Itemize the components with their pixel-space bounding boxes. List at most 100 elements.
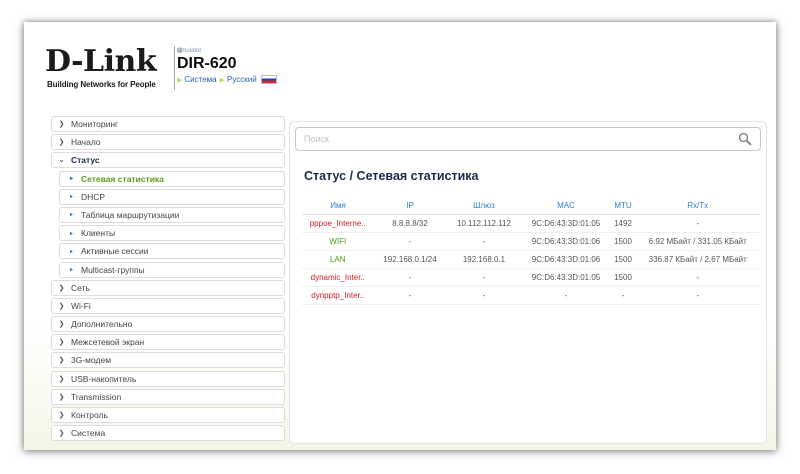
search-icon[interactable] [738,132,752,146]
header: D-Link ® Building Networks for People em… [24,22,776,100]
table-row[interactable]: dynpptp_Inter.. - - - - - [302,286,760,305]
bullet-arrow-icon: ▸ [69,248,73,255]
cell-mac: 9C:D6:43:3D:01:06 [522,232,611,251]
sidebar-item-label: Система [71,428,106,439]
cell-mac: 9C:D6:43:3D:01:05 [522,268,611,287]
sidebar-item-control[interactable]: ❯ Контроль [51,407,285,423]
cell-mtu: 1500 [610,250,637,269]
bullet-arrow-icon: ▸ [69,267,73,273]
breadcrumb-system-link[interactable]: Система [184,75,216,84]
cell-mac: 9C:D6:43:3D:01:06 [522,250,611,269]
sidebar-item-status[interactable]: ⌄ Статус [51,152,285,169]
russian-flag-icon[interactable] [260,75,277,84]
model-name: DIR-620 [177,55,237,72]
sidebar-item-3g-modem[interactable]: ❯ 3G-модем [51,352,285,369]
chevron-right-icon: ❯ [58,412,65,419]
sidebar-subitem-network-stats[interactable]: ▸ Сетевая статистика [59,170,285,187]
cell-interface-name[interactable]: WIFI [302,232,375,251]
sidebar-item-advanced[interactable]: ❯ Дополнительно [51,316,285,333]
sidebar-item-label: DHCP [81,191,106,202]
cell-mac: - [522,286,611,305]
table-row[interactable]: LAN 192.168.0.1/24 192.168.0.1 9C:D6:43:… [302,250,760,269]
sidebar-item-wifi[interactable]: ❯ Wi-Fi [51,297,285,314]
sidebar-subitem-active-sessions[interactable]: ▸ Активные сессии [59,243,285,260]
column-header-ip[interactable]: IP [374,197,446,215]
cell-mtu: - [610,286,637,305]
cell-ip: - [374,286,447,305]
bullet-arrow-icon: ▸ [69,212,73,219]
sidebar-item-network[interactable]: ❯ Сеть [51,279,285,296]
chevron-right-icon: ❯ [58,430,65,438]
sidebar-subitem-clients[interactable]: ▸ Клиенты [59,225,285,242]
dlink-logo[interactable]: D-Link ® Building Networks for People [45,46,185,90]
sidebar-item-monitoring[interactable]: ❯ Мониторинг [51,116,285,132]
sidebar-item-label: Межсетевой экран [71,337,145,348]
cell-gateway: - [446,268,523,287]
network-stats-table: Имя IP Шлюз MAC MTU Rx/Tx pppoe_Interne.… [302,197,760,305]
sidebar-subitem-multicast[interactable]: ▸ Multicast-группы [59,261,285,278]
sidebar-item-start[interactable]: ❯ Начало [51,134,285,151]
sidebar-item-label: USB-накопитель [71,373,137,384]
sidebar-item-system[interactable]: ❯ Система [51,425,285,442]
sidebar-item-label: Дополнительно [71,319,133,330]
sidebar-item-label: Контроль [71,410,108,420]
breadcrumb-arrow-icon: ▶ [177,76,183,84]
column-header-mac[interactable]: MAC [522,197,610,215]
cell-mtu: 1500 [610,232,637,251]
cell-mtu: 1492 [610,214,637,233]
sidebar-subitem-routing-table[interactable]: ▸ Таблица маршрутизации [59,206,285,223]
cell-ip: - [374,232,447,251]
cell-interface-name[interactable]: dynamic_Inter.. [302,268,375,287]
cell-gateway: 192.168.0.1 [446,250,523,269]
router-web-ui: D-Link ® Building Networks for People em… [24,22,776,450]
page-title: Статус / Сетевая статистика [304,169,479,183]
column-header-gateway[interactable]: Шлюз [446,197,522,215]
breadcrumb-arrow-icon: ▶ [219,76,225,84]
sidebar-item-label: Transmission [71,391,122,402]
table-header-row: Имя IP Шлюз MAC MTU Rx/Tx [302,197,760,215]
cell-ip: - [374,268,447,287]
cell-ip: 8.8.8.8/32 [374,214,447,233]
chevron-right-icon: ❯ [58,357,65,365]
chevron-down-icon: ⌄ [58,157,65,165]
sidebar-item-firewall[interactable]: ❯ Межсетевой экран [51,334,285,351]
cell-interface-name[interactable]: LAN [302,250,375,269]
chevron-right-icon: ❯ [58,321,65,329]
sidebar-subitem-dhcp[interactable]: ▸ DHCP [59,188,285,205]
table-row[interactable]: dynamic_Inter.. - - 9C:D6:43:3D:01:05 15… [302,268,760,287]
cell-gateway: 10.112.112.112 [446,214,523,233]
search-box [295,127,761,151]
bullet-arrow-icon: ▸ [69,194,73,201]
cell-rxtx: - [636,268,760,287]
column-header-name[interactable]: Имя [302,197,374,215]
cell-rxtx: 6.92 МБайт / 331.05 КБайт [636,232,760,251]
sidebar-item-usb-storage[interactable]: ❯ USB-накопитель [51,370,285,387]
sidebar-item-label: 3G-модем [71,355,112,366]
sidebar-item-label: Multicast-группы [81,264,145,275]
sidebar-item-label: Мониторинг [71,119,119,129]
emulator-label: emulator [178,48,202,54]
chevron-right-icon: ❯ [58,393,65,401]
bullet-arrow-icon: ▸ [69,176,73,183]
breadcrumb-language-link[interactable]: Русский [227,75,257,84]
sidebar-menu: ❯ Мониторинг ❯ Начало ⌄ Статус ▸ Сетевая ста… [51,116,285,443]
sidebar-item-transmission[interactable]: ❯ Transmission [51,388,285,405]
sidebar-item-label: Статус [71,155,100,166]
table-row[interactable]: pppoe_Interne.. 8.8.8.8/32 10.112.112.11… [302,214,760,233]
cell-rxtx: - [636,286,760,305]
cell-interface-name[interactable]: dynpptp_Inter.. [302,286,375,305]
sidebar-item-label: Начало [71,137,101,148]
bullet-arrow-icon: ▸ [69,230,73,237]
search-input[interactable] [304,129,744,149]
logo-text: D-Link [45,44,157,79]
cell-interface-name[interactable]: pppoe_Interne.. [302,214,375,233]
cell-ip: 192.168.0.1/24 [374,250,447,269]
cell-gateway: - [446,232,523,251]
cell-gateway: - [446,286,523,305]
column-header-mtu[interactable]: MTU [610,197,636,215]
chevron-right-icon: ❯ [58,284,65,292]
chevron-right-icon: ❯ [58,375,65,383]
table-row[interactable]: WIFI - - 9C:D6:43:3D:01:06 1500 6.92 МБа… [302,232,760,251]
logo-tagline: Building Networks for People [47,80,156,89]
column-header-rxtx[interactable]: Rx/Tx [636,197,760,215]
